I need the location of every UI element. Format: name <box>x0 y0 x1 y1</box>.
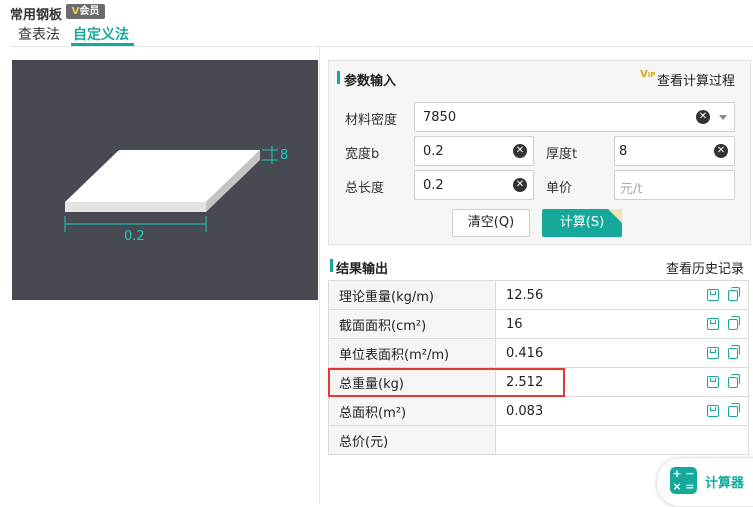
copy-icon[interactable] <box>728 286 740 301</box>
width-input[interactable]: 0.2 ✕ <box>414 136 534 166</box>
result-name: 单位表面积(m²/m) <box>328 338 496 368</box>
panel-separator <box>319 47 320 504</box>
tab-divider <box>10 46 753 47</box>
calculator-icon[interactable]: + − × = <box>670 467 697 494</box>
plate-preview: 0.2 8 <box>12 60 318 300</box>
result-row: 单位表面积(m²/m) 0.416 <box>328 338 749 368</box>
results-section-title: 结果输出 <box>336 262 389 277</box>
result-name: 截面面积(cm²) <box>328 309 496 339</box>
clear-icon[interactable]: ✕ <box>513 144 527 158</box>
result-value-cell: 16 <box>495 309 749 339</box>
clear-icon[interactable]: ✕ <box>714 144 728 158</box>
result-row: 总价(元) <box>328 425 749 455</box>
thickness-dimension-label: 8 <box>280 148 288 163</box>
vip-badge: V会员 <box>66 4 105 19</box>
density-value: 7850 <box>423 110 457 125</box>
length-value: 0.2 <box>423 178 444 193</box>
plate-front-face <box>65 202 206 212</box>
calculate-button[interactable]: 计算(S) <box>542 209 622 237</box>
vip-badge-label: 会员 <box>79 6 100 17</box>
width-dimension-label: 0.2 <box>124 229 145 244</box>
vip-corner-icon <box>608 209 622 223</box>
price-label: 单价 <box>546 181 573 196</box>
result-value: 16 <box>506 316 523 332</box>
copy-icon[interactable] <box>728 402 740 417</box>
calculate-button-label: 计算(S) <box>559 215 605 230</box>
thickness-label: 厚度t <box>546 147 578 162</box>
price-placeholder: 元/t <box>620 182 643 197</box>
app-title: 常用钢板 <box>10 8 63 23</box>
plate-top-face <box>65 150 260 202</box>
result-name: 总面积(m²) <box>328 396 496 426</box>
result-row: 截面面积(cm²) 16 <box>328 309 749 339</box>
calculator-label[interactable]: 计算器 <box>705 472 744 491</box>
save-icon[interactable] <box>707 347 719 359</box>
tab-lookup[interactable]: 查表法 <box>18 24 60 44</box>
history-link[interactable]: 查看历史记录 <box>666 258 744 277</box>
save-icon[interactable] <box>707 318 719 330</box>
save-icon[interactable] <box>707 289 719 301</box>
width-value: 0.2 <box>423 144 444 159</box>
result-name: 理论重量(kg/m) <box>328 280 496 310</box>
copy-icon[interactable] <box>728 344 740 359</box>
result-row: 理论重量(kg/m) 12.56 <box>328 280 749 310</box>
chevron-down-icon[interactable] <box>719 115 727 120</box>
vip-icon: VIP <box>640 69 656 80</box>
parameter-section-title: 参数输入 <box>344 74 397 89</box>
thickness-value: 8 <box>619 144 628 159</box>
thickness-input[interactable]: 8 ✕ <box>614 136 735 166</box>
result-value-cell: 0.083 <box>495 396 749 426</box>
save-icon[interactable] <box>707 405 719 417</box>
width-label: 宽度b <box>345 147 380 162</box>
length-input[interactable]: 0.2 ✕ <box>414 170 534 200</box>
result-name: 总价(元) <box>328 425 496 455</box>
clear-icon[interactable]: ✕ <box>513 178 527 192</box>
view-process-link[interactable]: 查看计算过程 <box>657 70 735 89</box>
clear-button[interactable]: 清空(Q) <box>452 209 530 237</box>
result-value-cell: 0.416 <box>495 338 749 368</box>
length-label: 总长度 <box>345 181 385 196</box>
result-value: 12.56 <box>506 287 544 303</box>
tab-custom[interactable]: 自定义法 <box>73 24 129 44</box>
section-marker <box>330 259 333 272</box>
result-row: 总面积(m²) 0.083 <box>328 396 749 426</box>
copy-icon[interactable] <box>728 315 740 330</box>
save-icon[interactable] <box>707 376 719 388</box>
result-value-cell: 12.56 <box>495 280 749 310</box>
result-value: 0.416 <box>506 345 544 361</box>
section-marker <box>337 71 340 84</box>
density-select[interactable]: 7850 ✕ <box>414 102 735 132</box>
clear-icon[interactable]: ✕ <box>696 110 710 124</box>
price-input[interactable]: 元/t <box>614 170 735 200</box>
result-value-cell <box>495 425 749 455</box>
result-value: 0.083 <box>506 403 544 419</box>
highlight-box <box>328 368 565 397</box>
density-label: 材料密度 <box>345 113 398 128</box>
plate-illustration: 0.2 8 <box>64 146 288 244</box>
copy-icon[interactable] <box>728 373 740 388</box>
